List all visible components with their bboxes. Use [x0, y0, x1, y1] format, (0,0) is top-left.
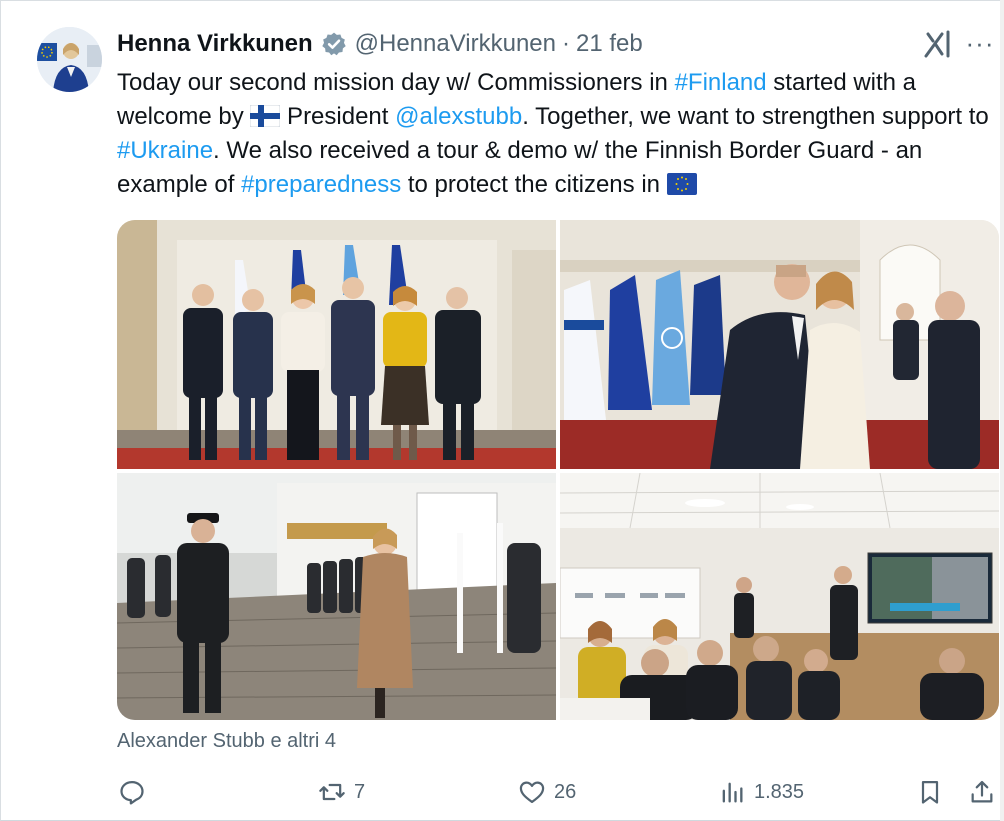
text-segment: . Together, we want to strengthen suppor… — [522, 103, 989, 130]
like-button[interactable]: 26 — [518, 770, 576, 814]
like-count: 26 — [554, 780, 577, 803]
avatar[interactable] — [37, 27, 102, 92]
tweet-text: Today our second mission day w/ Commissi… — [117, 66, 1004, 202]
eu-flag-icon — [666, 173, 697, 195]
verified-badge-icon — [321, 32, 346, 56]
finland-flag-icon — [250, 105, 281, 127]
views-count: 1.835 — [754, 780, 805, 803]
repost-button[interactable]: 7 — [318, 770, 365, 814]
reply-icon — [120, 780, 144, 805]
views-button[interactable]: 1.835 — [718, 770, 804, 814]
more-options-button[interactable]: ··· — [960, 30, 1000, 60]
repost-count: 7 — [354, 780, 366, 803]
analytics-icon — [722, 782, 743, 803]
hashtag-preparedness-link[interactable]: #preparedness — [241, 171, 401, 198]
heart-icon — [519, 781, 545, 804]
action-bar: 7 26 1.835 — [110, 770, 1000, 814]
text-segment: to protect the citizens in — [401, 171, 667, 198]
share-button[interactable] — [968, 770, 996, 814]
photo-border-guard-ship[interactable] — [117, 473, 556, 720]
hashtag-ukraine-link[interactable]: #Ukraine — [117, 137, 213, 164]
author-handle[interactable]: @HennaVirkkunen — [355, 30, 556, 58]
reply-button[interactable] — [118, 770, 154, 814]
repost-icon — [319, 783, 345, 801]
photo-president-greeting[interactable] — [560, 220, 999, 469]
share-icon — [971, 780, 993, 803]
text-segment: Today our second mission day w/ Commissi… — [117, 69, 675, 96]
media-grid — [117, 220, 999, 720]
post-date[interactable]: 21 feb — [576, 30, 643, 58]
photo-group-with-flags[interactable] — [117, 220, 556, 469]
photo-briefing-room[interactable] — [560, 473, 999, 720]
bookmark-button[interactable] — [916, 770, 944, 814]
grok-icon[interactable] — [920, 28, 954, 62]
mention-alexstubb-link[interactable]: @alexstubb — [395, 103, 522, 130]
separator-dot: · — [562, 30, 570, 57]
bookmark-icon — [921, 780, 939, 804]
liked-by-text[interactable]: Alexander Stubb e altri 4 — [117, 730, 336, 753]
author-name[interactable]: Henna Virkkunen — [117, 30, 313, 58]
tweet-header: Henna Virkkunen @HennaVirkkunen · 21 feb — [117, 28, 643, 60]
text-segment: President — [280, 103, 396, 130]
hashtag-finland-link[interactable]: #Finland — [675, 69, 767, 96]
